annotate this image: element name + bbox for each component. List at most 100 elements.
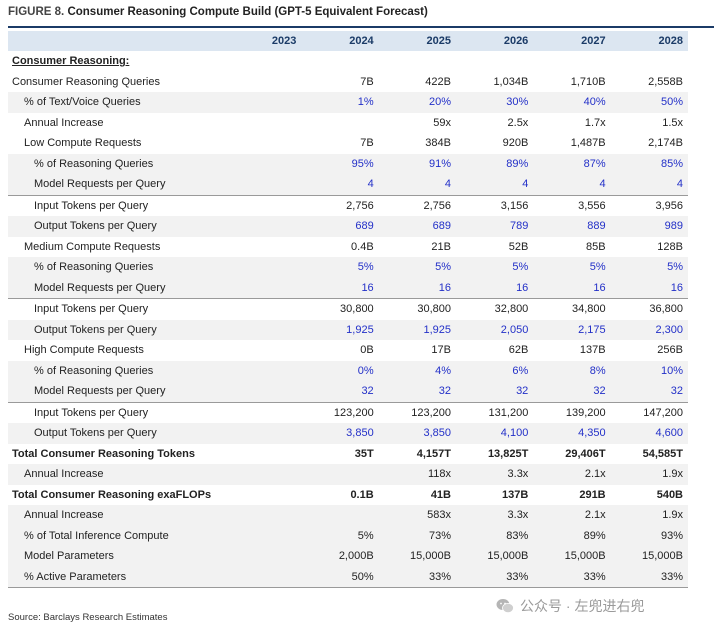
value-cell-2028 bbox=[611, 51, 688, 72]
value-cell-2023 bbox=[224, 92, 302, 113]
value-cell-2026: 83% bbox=[456, 525, 534, 546]
row-label: Input Tokens per Query bbox=[8, 401, 225, 423]
value-cell-2027: 40% bbox=[533, 92, 611, 113]
row-label: % of Total Inference Compute bbox=[8, 525, 225, 546]
header-year-2023: 2023 bbox=[224, 31, 302, 51]
value-cell-2028: 4 bbox=[610, 174, 688, 195]
value-cell-2023 bbox=[224, 72, 301, 93]
row-label: Input Tokens per Query bbox=[8, 298, 225, 320]
value-cell-2025: 17B bbox=[431, 344, 451, 357]
row-label: % of Reasoning Queries bbox=[8, 153, 225, 174]
value-cell-2028: 16 bbox=[610, 277, 688, 299]
value-cell-2028: 147,200 bbox=[610, 401, 688, 423]
value-cell-2027: 89% bbox=[533, 525, 611, 546]
value-cell-2025: 583x bbox=[378, 505, 456, 526]
value-cell-2027: 3,556 bbox=[533, 194, 611, 216]
value-cell-2027: 1.7x bbox=[584, 116, 606, 129]
row-label: % of Reasoning Queries bbox=[8, 257, 225, 278]
wechat-icon bbox=[496, 598, 514, 614]
value-cell-2025: 16 bbox=[378, 277, 456, 299]
row-label: % Active Parameters bbox=[8, 566, 225, 588]
table-row: Model Requests per Query 16 16 16 16 16 bbox=[8, 277, 688, 299]
table-row: Output Tokens per Query 1,925 1,925 2,050 2,… bbox=[8, 319, 688, 340]
value-cell-2024: 5% bbox=[301, 525, 379, 546]
row-label: Model Requests per Query bbox=[8, 174, 225, 195]
value-cell-2027: 33% bbox=[533, 566, 611, 588]
value-cell-2026: 52B bbox=[508, 240, 529, 253]
table-row: Model Requests per Query 32 32 32 32 32 bbox=[8, 381, 688, 402]
value-cell-2026 bbox=[456, 51, 533, 72]
header-year-2024: 2024 bbox=[301, 31, 379, 51]
row-label: Annual Increase bbox=[8, 505, 225, 526]
value-cell-2024: 4 bbox=[301, 174, 379, 195]
table-row: % of Reasoning Queries 5% 5% 5% 5% 5% bbox=[8, 257, 688, 278]
table-row: Consumer Reasoning Queries 7B 422B 1,034B 1,… bbox=[8, 72, 688, 93]
header-year-2028: 2028 bbox=[610, 31, 688, 51]
forecast-table: 2023 2024 2025 2026 2027 2028 Consumer R… bbox=[8, 31, 688, 588]
value-cell-2025: 20% bbox=[378, 92, 456, 113]
value-cell-2024: 30,800 bbox=[301, 298, 379, 320]
value-cell-2026: 30% bbox=[456, 92, 534, 113]
value-cell-2028: 4,600 bbox=[610, 423, 688, 444]
header-row: 2023 2024 2025 2026 2027 2028 bbox=[8, 31, 688, 51]
value-cell-2024: 1,925 bbox=[301, 319, 379, 340]
value-cell-2026: 5% bbox=[456, 257, 534, 278]
value-cell-2026: 33% bbox=[456, 566, 534, 588]
row-label: Input Tokens per Query bbox=[8, 194, 225, 216]
value-cell-2025: 73% bbox=[378, 525, 456, 546]
value-cell-2028: 93% bbox=[610, 525, 688, 546]
row-label: Annual Increase bbox=[24, 116, 104, 129]
value-cell-2027: 34,800 bbox=[533, 298, 611, 320]
value-cell-2028: 5% bbox=[610, 257, 688, 278]
row-label: Model Requests per Query bbox=[8, 277, 225, 299]
value-cell-2027: 1,487B bbox=[570, 137, 606, 150]
value-cell-2028: 10% bbox=[610, 360, 688, 381]
header-year-2025: 2025 bbox=[378, 31, 456, 51]
value-cell-2025: 2,756 bbox=[378, 194, 456, 216]
value-cell-2026: 3,156 bbox=[456, 194, 534, 216]
table-row: Total Consumer Reasoning Tokens 35T 4,157T… bbox=[8, 444, 688, 465]
row-label: Total Consumer Reasoning Tokens bbox=[12, 447, 195, 460]
value-cell-2024: 2,000B bbox=[301, 546, 379, 567]
value-cell-2026: 89% bbox=[456, 153, 534, 174]
table-row: Input Tokens per Query 30,800 30,800 32,800… bbox=[8, 298, 688, 320]
value-cell-2023 bbox=[224, 381, 302, 402]
value-cell-2028: 2,174B bbox=[648, 137, 683, 150]
value-cell-2024: 0.1B bbox=[350, 488, 374, 501]
value-cell-2027: 4,350 bbox=[533, 423, 611, 444]
row-label: Total Consumer Reasoning exaFLOPs bbox=[12, 488, 212, 501]
value-cell-2025: 32 bbox=[378, 381, 456, 402]
table-row: Consumer Reasoning: bbox=[8, 51, 688, 72]
value-cell-2026: 32,800 bbox=[456, 298, 534, 320]
value-cell-2024: 35T bbox=[354, 447, 374, 460]
table-row: Annual Increase 118x 3.3x 2.1x 1.9x bbox=[8, 464, 688, 485]
table-row: Annual Increase 59x 2.5x 1.7x 1.5x bbox=[8, 113, 688, 134]
row-label: High Compute Requests bbox=[24, 344, 144, 357]
value-cell-2027: 2.1x bbox=[533, 505, 611, 526]
table-body: Consumer Reasoning: Consumer Reasoning Qu… bbox=[8, 51, 688, 588]
value-cell-2025: 41B bbox=[430, 488, 451, 501]
value-cell-2023 bbox=[224, 51, 301, 72]
value-cell-2027: 85B bbox=[586, 240, 606, 253]
value-cell-2027: 32 bbox=[533, 381, 611, 402]
value-cell-2027: 87% bbox=[533, 153, 611, 174]
value-cell-2023 bbox=[224, 319, 302, 340]
value-cell-2026: 920B bbox=[502, 137, 529, 150]
value-cell-2023 bbox=[224, 237, 301, 258]
value-cell-2024: 95% bbox=[301, 153, 379, 174]
value-cell-2028: 2,300 bbox=[610, 319, 688, 340]
value-cell-2023 bbox=[224, 216, 302, 237]
value-cell-2028: 54,585T bbox=[642, 447, 683, 460]
value-cell-2025: 15,000B bbox=[378, 546, 456, 567]
row-label: Consumer Reasoning: bbox=[12, 55, 130, 68]
row-label: Annual Increase bbox=[8, 464, 225, 485]
value-cell-2024: 0% bbox=[301, 360, 379, 381]
value-cell-2027: 2,175 bbox=[533, 319, 611, 340]
value-cell-2024 bbox=[301, 464, 379, 485]
row-label: Output Tokens per Query bbox=[8, 423, 225, 444]
value-cell-2026: 131,200 bbox=[456, 401, 534, 423]
value-cell-2028: 85% bbox=[610, 153, 688, 174]
value-cell-2023 bbox=[224, 360, 302, 381]
value-cell-2025: 4 bbox=[378, 174, 456, 195]
header-year-2026: 2026 bbox=[456, 31, 534, 51]
